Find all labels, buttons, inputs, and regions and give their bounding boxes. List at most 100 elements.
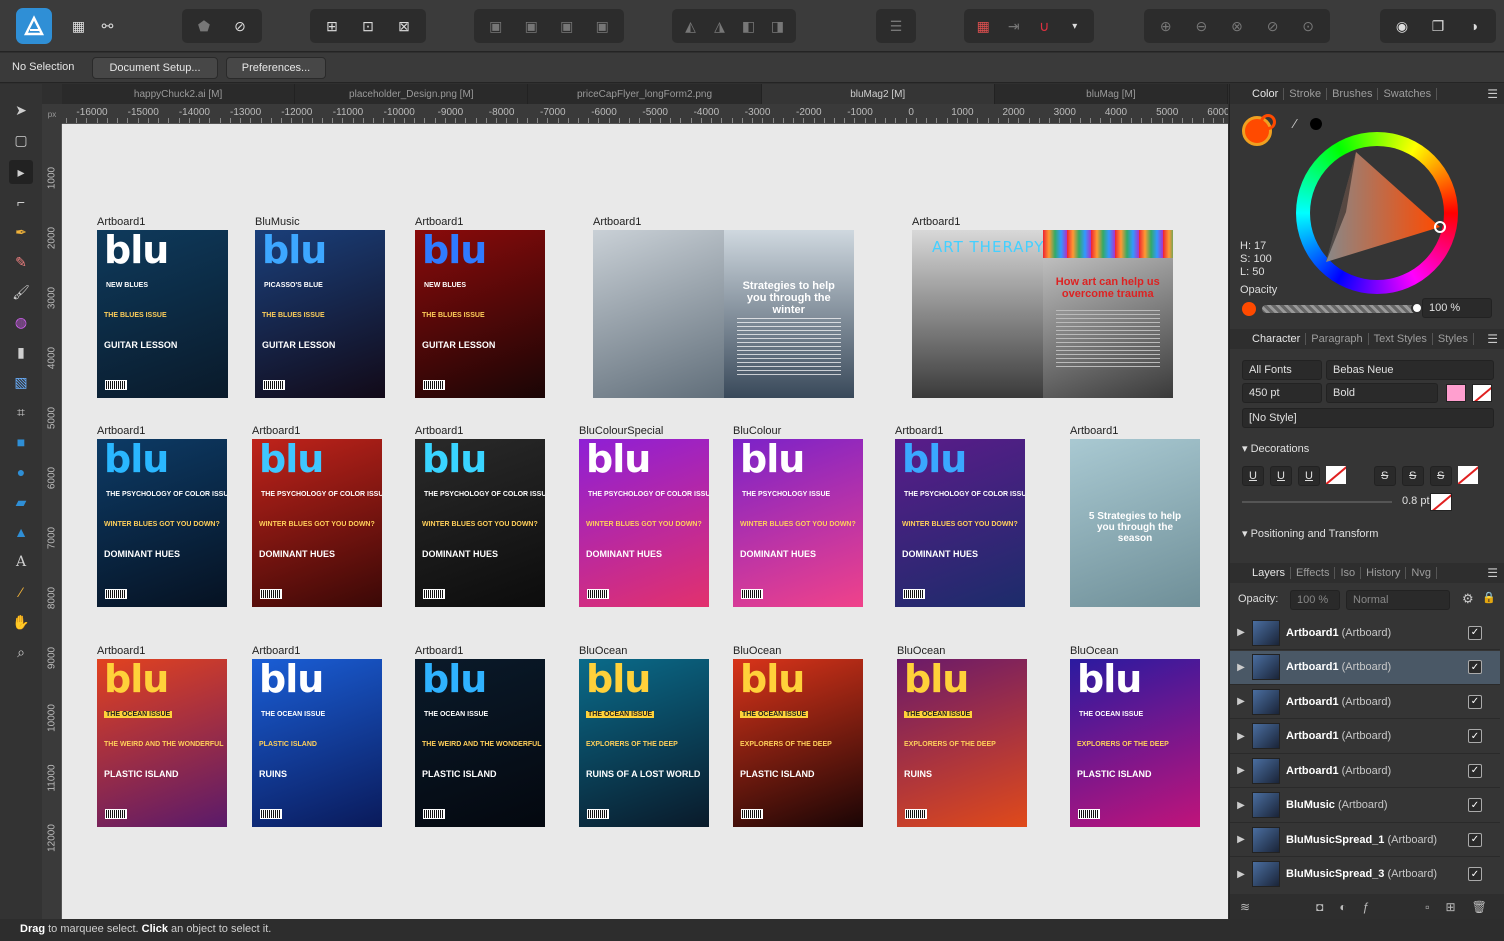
zoom-tool-icon[interactable]: ⌕ — [9, 640, 33, 664]
expand-arrow-icon[interactable]: ▶ — [1230, 800, 1252, 811]
artboard-tool-icon[interactable]: ▢ — [9, 128, 33, 152]
transparency-tool-icon[interactable]: ▮ — [9, 340, 33, 364]
artboard[interactable]: BluOcean blu THE OCEAN ISSUE EXPLORERS OF T… — [733, 645, 863, 827]
expand-arrow-icon[interactable]: ▶ — [1230, 627, 1252, 638]
strike-color-swatch[interactable] — [1458, 466, 1478, 484]
crop-tool-icon[interactable]: ⌗ — [9, 400, 33, 424]
doc-tab[interactable]: priceCapFlyer_longForm2.png — [528, 84, 762, 104]
opacity-slider[interactable] — [1262, 302, 1423, 314]
color-wheel[interactable] — [1296, 132, 1458, 294]
flip-horizontal-icon[interactable]: ◭ — [680, 16, 702, 36]
subtract-icon[interactable]: ⊖ — [1190, 16, 1212, 36]
fx-icon[interactable]: ƒ — [1363, 900, 1370, 914]
double-underline-icon[interactable]: U — [1270, 466, 1292, 486]
magnet-icon[interactable]: ∪ — [1033, 16, 1055, 36]
brush-tool-icon[interactable]: 🖌 — [9, 280, 33, 304]
blend-mode-select[interactable]: Normal — [1346, 590, 1450, 610]
artboard[interactable]: Artboard1 blu NEW BLUES THE BLUES ISSUE GUIT… — [97, 216, 228, 398]
layer-opacity-field[interactable]: 100 % — [1290, 590, 1340, 610]
visibility-checkbox[interactable]: ✓ — [1468, 660, 1482, 674]
visibility-checkbox[interactable]: ✓ — [1468, 832, 1482, 847]
ellipse-tool-icon[interactable]: ● — [9, 460, 33, 484]
artboard-label[interactable]: Artboard1 — [97, 645, 145, 657]
add-icon[interactable]: ⊕ — [1155, 16, 1177, 36]
font-size-field[interactable]: 450 pt — [1242, 383, 1322, 403]
color-toggle-icon[interactable]: ◑ — [1463, 16, 1485, 36]
layer-row[interactable]: ▶ Artboard1 (Artboard) ✓ — [1230, 685, 1500, 719]
artboard[interactable]: Artboard1 blu THE PSYCHOLOGY OF COLOR ISSU… — [415, 425, 545, 607]
rotate-right-icon[interactable]: ◨ — [767, 16, 789, 36]
app-logo-icon[interactable] — [16, 8, 52, 44]
artboard-label[interactable]: Artboard1 — [252, 425, 300, 437]
layers-toggle-icon[interactable]: ❐ — [1427, 16, 1449, 36]
xor-icon[interactable]: ⊘ — [1262, 16, 1284, 36]
panel-menu-icon[interactable]: ☰ — [1487, 566, 1498, 580]
visibility-checkbox[interactable]: ✓ — [1468, 694, 1482, 709]
positioning-section[interactable]: ▾ Positioning and Transform — [1242, 527, 1378, 540]
panel-tab[interactable]: Character — [1252, 333, 1307, 345]
move-back-icon[interactable]: ▣ — [485, 16, 507, 36]
text-stroke-swatch[interactable] — [1472, 384, 1492, 402]
artboard[interactable]: Artboard1 blu THE OCEAN ISSUE THE WEIRD AND… — [97, 645, 227, 827]
rotate-left-icon[interactable]: ◧ — [738, 16, 760, 36]
artboard-label[interactable]: BluOcean — [733, 645, 781, 657]
artboard[interactable]: Artboard1 ART THERAPY How art can help us … — [912, 216, 1173, 398]
visibility-checkbox[interactable]: ✓ — [1468, 763, 1482, 778]
move-tool-icon[interactable]: ➤ — [9, 98, 33, 122]
font-weight-select[interactable]: Bold — [1326, 383, 1438, 403]
visibility-checkbox[interactable]: ✓ — [1468, 625, 1482, 640]
underline-color-swatch[interactable] — [1326, 466, 1346, 484]
export-persona-icon[interactable]: ⚯ — [97, 16, 119, 36]
add-layer-icon[interactable]: ▫ — [1425, 900, 1429, 914]
artboard-label[interactable]: Artboard1 — [912, 216, 960, 228]
visibility-checkbox[interactable]: ✓ — [1468, 729, 1482, 743]
fill-tool-icon[interactable]: ◍ — [9, 310, 33, 334]
text-tool-icon[interactable]: A — [9, 550, 33, 574]
artboard[interactable]: Artboard1 5 Strategies to help you throug… — [1070, 425, 1200, 607]
hand-tool-icon[interactable]: ✋ — [9, 610, 33, 634]
panel-tab[interactable]: Nvg — [1411, 567, 1437, 579]
doc-tab[interactable]: happyChuck2.ai [M] — [62, 84, 296, 104]
expand-arrow-icon[interactable]: ▶ — [1230, 834, 1252, 845]
trash-icon[interactable]: 🗑 — [1472, 900, 1487, 914]
font-family-select[interactable]: Bebas Neue — [1326, 360, 1494, 380]
expand-arrow-icon[interactable]: ▶ — [1230, 731, 1252, 742]
decorations-section[interactable]: ▾ Decorations — [1242, 442, 1309, 455]
rounded-rect-tool-icon[interactable]: ▰ — [9, 490, 33, 514]
artboard-label[interactable]: BluMusic — [255, 216, 300, 228]
stroke-color-swatch[interactable] — [1430, 493, 1452, 511]
artboard-label[interactable]: BluOcean — [897, 645, 945, 657]
artboard-label[interactable]: Artboard1 — [97, 216, 145, 228]
artboard[interactable]: BluOcean blu THE OCEAN ISSUE EXPLORERS OF T… — [1070, 645, 1200, 827]
document-setup-button[interactable]: Document Setup... — [92, 57, 218, 79]
layer-row[interactable]: ▶ Artboard1 (Artboard) ✓ — [1230, 754, 1500, 788]
grid-icon[interactable]: ▦ — [972, 16, 994, 36]
panel-tab[interactable]: Paragraph — [1311, 333, 1369, 345]
panel-tab[interactable]: Swatches — [1383, 88, 1438, 100]
panel-tab[interactable]: Color — [1252, 88, 1285, 100]
select-box-icon[interactable]: ⊡ — [357, 16, 379, 36]
home-icon[interactable]: ⬟ — [193, 16, 215, 36]
panel-tab[interactable]: Stroke — [1289, 88, 1328, 100]
artboard[interactable]: Artboard1 blu THE PSYCHOLOGY OF COLOR ISSU… — [252, 425, 382, 607]
artboard-label[interactable]: Artboard1 — [415, 216, 463, 228]
rectangle-tool-icon[interactable]: ■ — [9, 430, 33, 454]
strikethrough-icon[interactable]: S — [1374, 466, 1396, 486]
artboard[interactable]: BluMusic blu PICASSO'S BLUE THE BLUES ISSUE… — [255, 216, 385, 398]
artboard[interactable]: Artboard1 blu THE OCEAN ISSUE THE WEIRD AND… — [415, 645, 545, 827]
snapping-icon[interactable]: ⊘ — [229, 16, 251, 36]
panel-tab[interactable]: Iso — [1340, 567, 1362, 579]
expand-arrow-icon[interactable]: ▶ — [1230, 869, 1252, 880]
artboard[interactable]: BluColour blu THE PSYCHOLOGY ISSUE WINTER B… — [733, 425, 863, 607]
lock-icon[interactable]: 🔒 — [1482, 591, 1496, 604]
panel-tab[interactable]: History — [1366, 567, 1407, 579]
divide-icon[interactable]: ⊙ — [1297, 16, 1319, 36]
layer-row[interactable]: ▶ BluMusic (Artboard) ✓ — [1230, 789, 1500, 823]
artboard-label[interactable]: Artboard1 — [415, 425, 463, 437]
node-tool-icon[interactable]: ▸ — [9, 160, 33, 184]
artboard-label[interactable]: Artboard1 — [1070, 425, 1118, 437]
expand-arrow-icon[interactable]: ▶ — [1230, 662, 1252, 673]
layer-row[interactable]: ▶ Artboard1 (Artboard) ✓ — [1230, 720, 1500, 754]
assistant-icon[interactable]: ◉ — [1391, 16, 1413, 36]
underline-icon[interactable]: U — [1242, 466, 1264, 486]
